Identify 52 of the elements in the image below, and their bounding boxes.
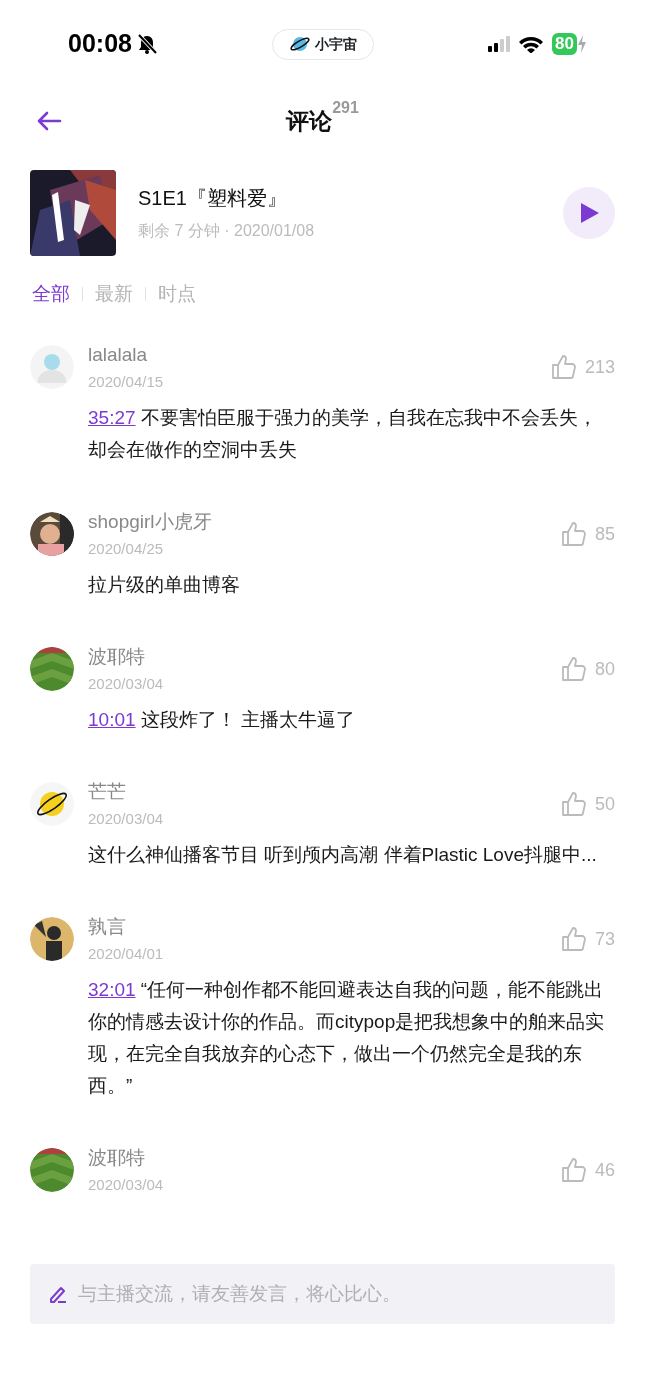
comment-text: 这什么神仙播客节目 听到颅内高潮 伴着Plastic Love抖腿中... [88, 842, 598, 867]
planet-icon [289, 35, 311, 53]
timestamp-link[interactable]: 32:01 [88, 978, 136, 1000]
thumbs-up-icon [560, 1157, 587, 1183]
thumbs-up-icon [560, 521, 587, 547]
username[interactable]: shopgirl小虎牙 [88, 507, 212, 536]
back-arrow-icon [36, 111, 62, 131]
page-title: 评论 [286, 107, 333, 136]
filter-tab[interactable]: 最新 [95, 280, 133, 309]
like-button[interactable]: 85 [560, 520, 615, 548]
like-button[interactable]: 73 [560, 925, 615, 953]
comment-count: 291 [332, 97, 359, 116]
comment-text: 10:01 这段炸了！ 主播太牛逼了 [88, 707, 357, 732]
episode-title: S1E1『塑料爱』 [138, 186, 288, 211]
comment-text: 拉片级的单曲博客 [88, 572, 241, 597]
timestamp-link[interactable]: 10:01 [88, 708, 136, 730]
play-button[interactable] [563, 187, 615, 239]
comment-date: 2020/04/25 [88, 539, 165, 559]
filter-tab[interactable]: 时点 [158, 280, 196, 309]
comment-date: 2020/04/01 [88, 944, 164, 964]
username[interactable]: 波耶特 [88, 1143, 164, 1172]
comment-date: 2020/03/04 [88, 809, 164, 829]
username[interactable]: 波耶特 [88, 642, 164, 671]
episode-meta: 剩余 7 分钟 · 2020/01/08 [138, 221, 315, 241]
app-name: 小宇宙 [315, 34, 357, 54]
username[interactable]: 孰言 [88, 912, 164, 941]
clock-time: 00:08 [68, 28, 132, 60]
username[interactable]: 芒芒 [88, 777, 164, 806]
like-button[interactable]: 80 [560, 655, 615, 683]
avatar-icon [30, 344, 74, 389]
back-button[interactable] [36, 111, 62, 131]
bell-off-icon [135, 33, 158, 55]
thumbs-up-icon [560, 791, 587, 817]
signal-icon [488, 36, 511, 52]
timestamp-link[interactable]: 35:27 [88, 406, 136, 428]
thumbs-up-icon [560, 926, 587, 952]
filter-tab[interactable]: 全部 [32, 280, 70, 309]
comment-date: 2020/04/15 [88, 372, 164, 392]
thumbs-up-icon [560, 656, 587, 682]
comment-text: 32:01 “任何一种创作都不能回避表达自我的问题，能不能跳出你的情感去设计你的作品。而citypop是把我想象中的舶来品实现，在完全自我放弃的心态下，做出一个仍然完全是我的东西。” [88, 977, 606, 1098]
comment-date: 2020/03/04 [88, 1175, 164, 1195]
thumbs-up-icon [550, 354, 577, 380]
comment-text: 35:27 不要害怕臣服于强力的美学，自我在忘我中不会丢失，却会在做作的空洞中丢失 [88, 405, 598, 462]
like-button[interactable]: 213 [550, 353, 615, 381]
comment-field[interactable]: 与主播交流，请友善发言，将心比心。 [30, 1264, 615, 1324]
wifi-icon [518, 35, 545, 53]
like-button[interactable]: 50 [560, 790, 615, 818]
like-button[interactable]: 46 [560, 1156, 615, 1184]
play-icon [579, 202, 599, 224]
battery-level: 80 [552, 33, 577, 55]
username[interactable]: lalalala [88, 340, 164, 369]
comment-date: 2020/03/04 [88, 674, 164, 694]
